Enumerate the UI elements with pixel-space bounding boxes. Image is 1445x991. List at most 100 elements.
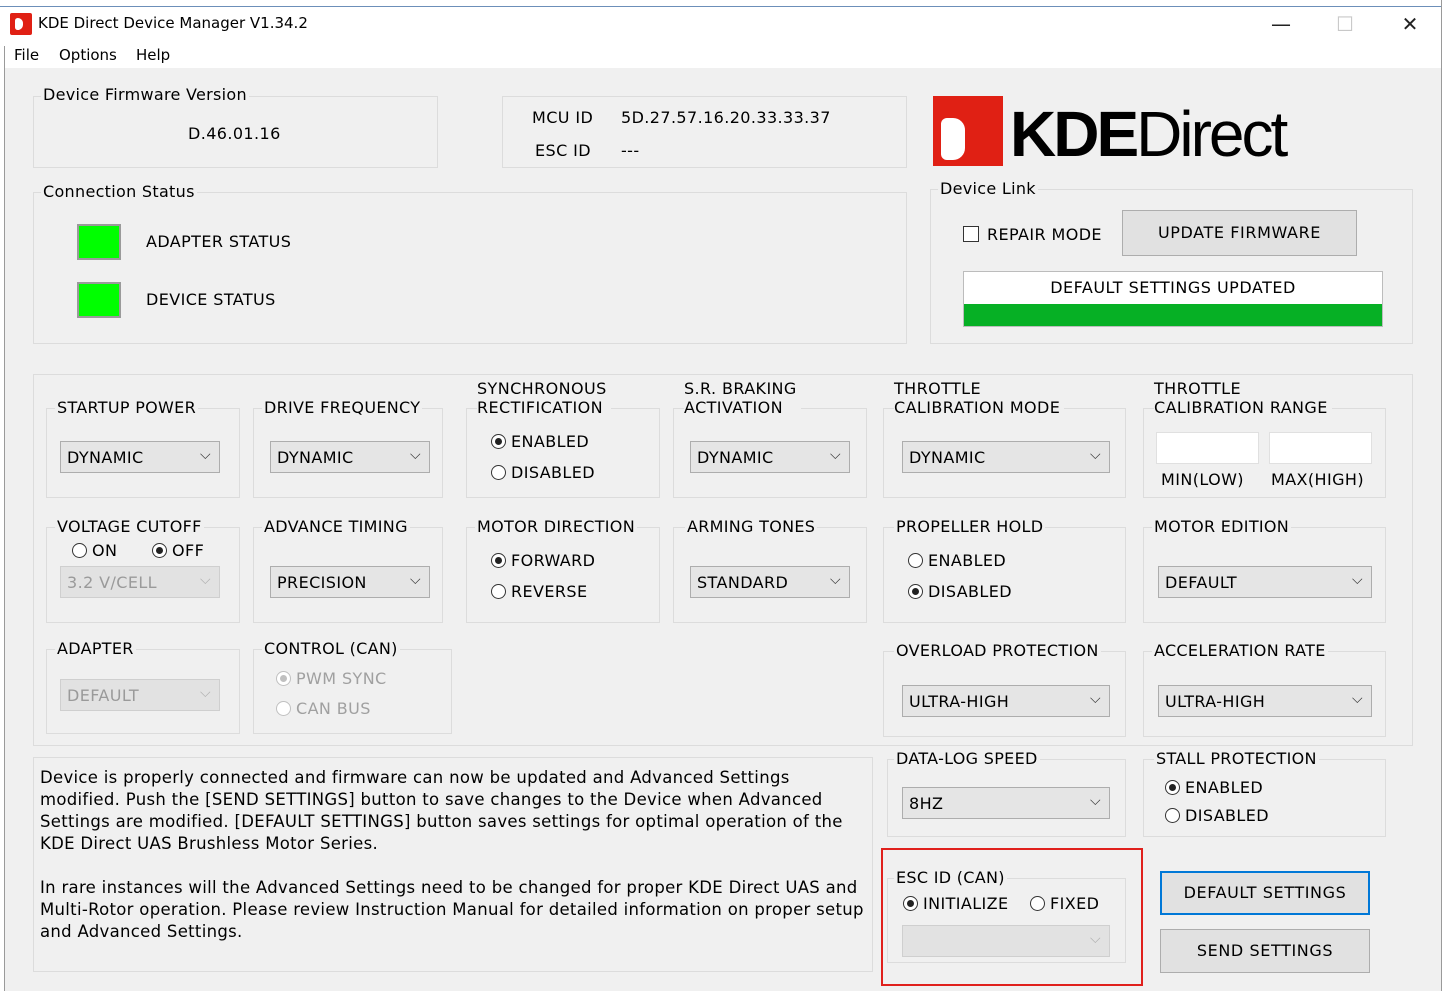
overload-protection-label: OVERLOAD PROTECTION xyxy=(894,641,1101,660)
device-status-led xyxy=(77,282,121,318)
progress-track xyxy=(964,304,1382,326)
status-text: DEFAULT SETTINGS UPDATED xyxy=(1050,278,1296,297)
firmware-group-label: Device Firmware Version xyxy=(41,85,249,104)
control-can-group xyxy=(253,649,452,734)
window-border-right xyxy=(1441,0,1442,991)
acceleration-rate-select[interactable]: ULTRA-HIGH ⌵ xyxy=(1158,685,1372,717)
throttle-max-label: MAX(HIGH) xyxy=(1271,470,1364,489)
mcu-id-label: MCU ID xyxy=(532,108,594,127)
maximize-button[interactable]: ☐ xyxy=(1315,8,1375,40)
menu-file[interactable]: File xyxy=(14,46,39,64)
motor-direction-reverse-radio[interactable]: REVERSE xyxy=(491,582,587,601)
progress-bar-fill xyxy=(964,304,1382,326)
chevron-down-icon: ⌵ xyxy=(199,572,211,588)
chevron-down-icon: ⌵ xyxy=(829,447,841,463)
motor-edition-label: MOTOR EDITION xyxy=(1152,517,1292,536)
sync-rect-enabled-radio[interactable]: ENABLED xyxy=(491,432,589,451)
firmware-version-value: D.46.01.16 xyxy=(188,124,281,143)
sr-braking-select[interactable]: DYNAMIC ⌵ xyxy=(690,441,850,473)
motor-edition-select[interactable]: DEFAULT ⌵ xyxy=(1158,566,1372,598)
repair-mode-label: REPAIR MODE xyxy=(987,225,1102,244)
esc-id-value: --- xyxy=(621,141,640,160)
motor-direction-group xyxy=(466,527,660,623)
stall-protection-group xyxy=(1143,759,1386,837)
minimize-button[interactable]: — xyxy=(1251,8,1311,40)
propeller-hold-label: PROPELLER HOLD xyxy=(894,517,1046,536)
propeller-hold-enabled-radio[interactable]: ENABLED xyxy=(908,551,1006,570)
adapter-label: ADAPTER xyxy=(55,639,136,658)
voltage-cutoff-select: 3.2 V/CELL ⌵ xyxy=(60,566,220,598)
mcu-id-value: 5D.27.57.16.20.33.33.37 xyxy=(621,108,831,127)
advance-timing-select[interactable]: PRECISION ⌵ xyxy=(270,566,430,598)
chevron-down-icon: ⌵ xyxy=(1089,691,1101,707)
app-icon xyxy=(10,13,32,35)
menu-options[interactable]: Options xyxy=(59,46,117,64)
highlight-box xyxy=(881,848,1143,986)
chevron-down-icon: ⌵ xyxy=(199,447,211,463)
stall-protection-enabled-radio[interactable]: ENABLED xyxy=(1165,778,1263,797)
info-text: Device is properly connected and firmwar… xyxy=(40,768,864,941)
throttle-max-input[interactable] xyxy=(1269,432,1372,464)
chevron-down-icon: ⌵ xyxy=(1089,447,1101,463)
esc-id-label: ESC ID xyxy=(535,141,591,160)
voltage-cutoff-on-radio[interactable]: ON xyxy=(72,541,117,560)
connection-status-group xyxy=(33,192,907,344)
status-panel: DEFAULT SETTINGS UPDATED xyxy=(963,271,1383,327)
control-pwm-sync-radio: PWM SYNC xyxy=(276,669,387,688)
throttle-min-input[interactable] xyxy=(1156,432,1259,464)
chevron-down-icon: ⌵ xyxy=(409,572,421,588)
startup-power-label: STARTUP POWER xyxy=(55,398,198,417)
overload-protection-select[interactable]: ULTRA-HIGH ⌵ xyxy=(902,685,1110,717)
chevron-down-icon: ⌵ xyxy=(829,572,841,588)
adapter-status-led xyxy=(77,224,121,260)
control-can-bus-radio: CAN BUS xyxy=(276,699,371,718)
repair-mode-checkbox[interactable] xyxy=(963,226,979,242)
sync-rect-group xyxy=(466,408,660,498)
update-firmware-button[interactable]: UPDATE FIRMWARE xyxy=(1122,210,1357,256)
chevron-down-icon: ⌵ xyxy=(1351,691,1363,707)
menu-help[interactable]: Help xyxy=(136,46,170,64)
adapter-select: DEFAULT ⌵ xyxy=(60,679,220,711)
control-can-label: CONTROL (CAN) xyxy=(262,639,400,658)
menu-bar xyxy=(0,46,1445,68)
sync-rect-disabled-radio[interactable]: DISABLED xyxy=(491,463,595,482)
drive-frequency-label: DRIVE FREQUENCY xyxy=(262,398,423,417)
voltage-cutoff-off-radio[interactable]: OFF xyxy=(152,541,204,560)
chevron-down-icon: ⌵ xyxy=(1351,572,1363,588)
throttle-cal-mode-label: THROTTLE CALIBRATION MODE xyxy=(894,379,1065,417)
send-settings-button[interactable]: SEND SETTINGS xyxy=(1160,929,1370,973)
throttle-cal-mode-select[interactable]: DYNAMIC ⌵ xyxy=(902,441,1110,473)
voltage-cutoff-label: VOLTAGE CUTOFF xyxy=(55,517,204,536)
arming-tones-label: ARMING TONES xyxy=(685,517,818,536)
connection-status-label: Connection Status xyxy=(41,182,197,201)
datalog-speed-label: DATA-LOG SPEED xyxy=(894,749,1040,768)
chevron-down-icon: ⌵ xyxy=(409,447,421,463)
motor-direction-forward-radio[interactable]: FORWARD xyxy=(491,551,595,570)
kde-logo-mark xyxy=(933,96,1003,166)
window-border-top xyxy=(0,6,1442,7)
default-settings-button[interactable]: DEFAULT SETTINGS xyxy=(1160,871,1370,915)
window-border-left xyxy=(4,46,5,991)
drive-frequency-select[interactable]: DYNAMIC ⌵ xyxy=(270,441,430,473)
startup-power-select[interactable]: DYNAMIC ⌵ xyxy=(60,441,220,473)
datalog-speed-select[interactable]: 8HZ ⌵ xyxy=(902,787,1110,819)
chevron-down-icon: ⌵ xyxy=(1089,793,1101,809)
arming-tones-select[interactable]: STANDARD ⌵ xyxy=(690,566,850,598)
acceleration-rate-label: ACCELERATION RATE xyxy=(1152,641,1328,660)
kde-logo-text: KDEDirect xyxy=(1010,98,1288,170)
throttle-cal-range-label: THROTTLE CALIBRATION RANGE xyxy=(1154,379,1332,417)
stall-protection-disabled-radio[interactable]: DISABLED xyxy=(1165,806,1269,825)
window-title: KDE Direct Device Manager V1.34.2 xyxy=(38,14,308,32)
device-status-label: DEVICE STATUS xyxy=(146,290,276,309)
propeller-hold-group xyxy=(883,527,1126,623)
propeller-hold-disabled-radio[interactable]: DISABLED xyxy=(908,582,1012,601)
throttle-min-label: MIN(LOW) xyxy=(1161,470,1244,489)
motor-direction-label: MOTOR DIRECTION xyxy=(475,517,637,536)
chevron-down-icon: ⌵ xyxy=(199,685,211,701)
device-link-label: Device Link xyxy=(938,179,1038,198)
stall-protection-label: STALL PROTECTION xyxy=(1154,749,1319,768)
sr-braking-label: S.R. BRAKING ACTIVATION xyxy=(684,379,801,417)
close-button[interactable]: ✕ xyxy=(1380,8,1440,40)
sync-rect-label: SYNCHRONOUS RECTIFICATION xyxy=(477,379,611,417)
adapter-status-label: ADAPTER STATUS xyxy=(146,232,292,251)
